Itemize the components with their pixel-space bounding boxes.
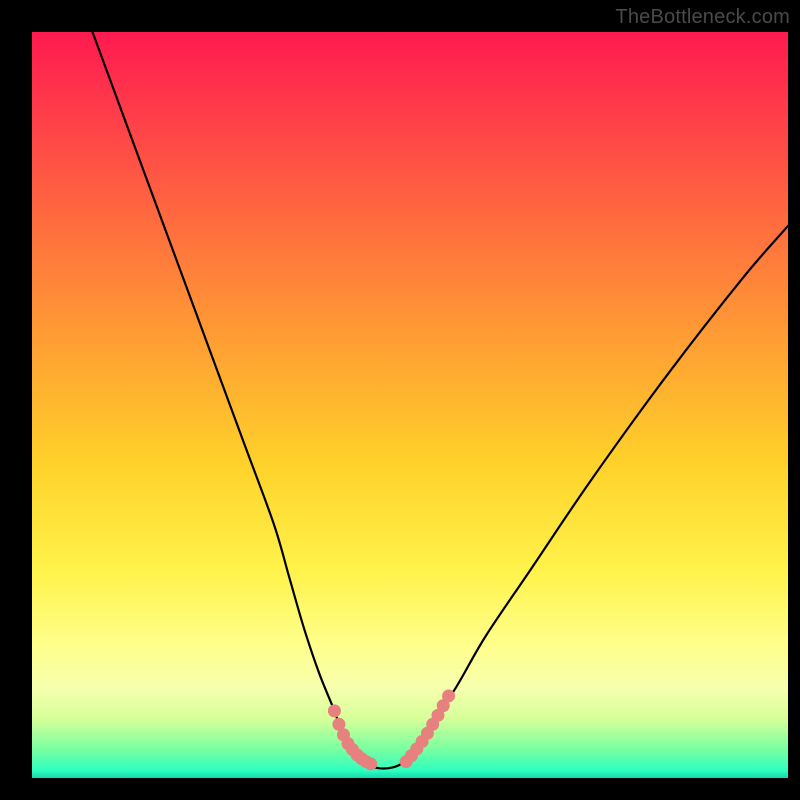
curve-layer — [32, 32, 788, 778]
plot-area — [32, 32, 788, 778]
highlight-dots-right — [400, 689, 455, 768]
highlight-dots-left — [328, 704, 377, 770]
highlight-dot — [364, 757, 377, 770]
chart-frame: TheBottleneck.com — [0, 0, 800, 800]
highlight-dot — [328, 704, 341, 717]
highlight-dot — [442, 689, 455, 702]
bottleneck-curve — [92, 32, 788, 768]
watermark-text: TheBottleneck.com — [615, 6, 790, 29]
